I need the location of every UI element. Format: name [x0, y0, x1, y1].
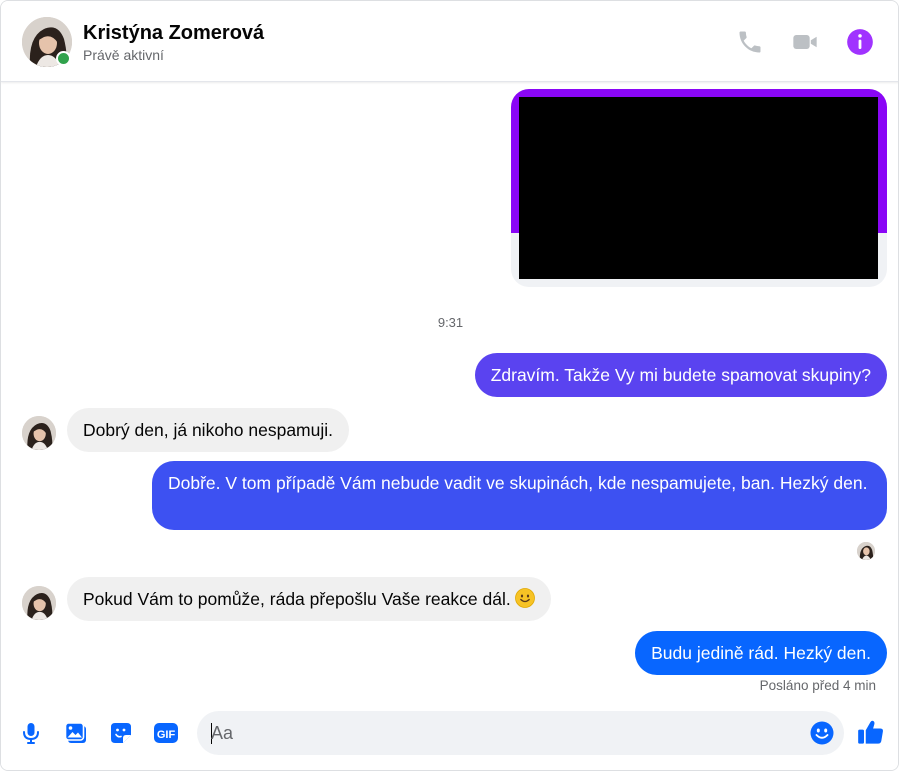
media-preview-image	[519, 97, 878, 279]
video-call-icon[interactable]	[791, 28, 819, 56]
read-receipt-avatar	[857, 542, 875, 560]
message-timestamp: 9:31	[437, 315, 464, 330]
emoji-icon[interactable]	[810, 721, 834, 745]
phone-icon[interactable]	[736, 28, 764, 56]
message-text: Pokud Vám to pomůže, ráda přepošlu Vaše …	[83, 589, 511, 609]
outgoing-message[interactable]: Dobře. V tom případě Vám nebude vadit ve…	[152, 461, 887, 530]
chat-header: Kristýna Zomerová Právě aktivní	[1, 1, 898, 82]
message-composer: GIF	[1, 699, 898, 770]
contact-status: Právě aktivní	[83, 47, 164, 63]
like-icon[interactable]	[857, 718, 885, 746]
microphone-icon[interactable]	[19, 721, 43, 745]
photo-icon[interactable]	[64, 721, 88, 745]
incoming-message[interactable]: Dobrý den, já nikoho nespamuji.	[67, 408, 350, 452]
gif-icon[interactable]: GIF	[153, 721, 179, 745]
incoming-message[interactable]: Pokud Vám to pomůže, ráda přepošlu Vaše …	[67, 577, 551, 621]
message-input-wrapper	[197, 711, 844, 755]
chat-window: Kristýna Zomerová Právě aktivní 9:31 Zdr…	[0, 0, 899, 771]
contact-avatar-small	[22, 416, 56, 450]
message-thread: 9:31 Zdravím. Takže Vy mi budete spamova…	[1, 83, 898, 699]
online-indicator	[56, 51, 71, 66]
outgoing-message[interactable]: Zdravím. Takže Vy mi budete spamovat sku…	[474, 353, 887, 397]
message-input[interactable]	[211, 711, 791, 755]
sent-status: Posláno před 4 min	[759, 678, 876, 693]
contact-name[interactable]: Kristýna Zomerová	[83, 22, 264, 45]
sticker-icon[interactable]	[109, 721, 133, 745]
contact-avatar-small	[22, 586, 56, 620]
shared-media-attachment[interactable]	[511, 89, 887, 287]
info-icon[interactable]	[846, 28, 874, 56]
smiling-face-emoji-icon	[514, 588, 535, 614]
gif-label: GIF	[157, 729, 176, 741]
outgoing-message[interactable]: Budu jedině rád. Hezký den.	[635, 631, 887, 675]
